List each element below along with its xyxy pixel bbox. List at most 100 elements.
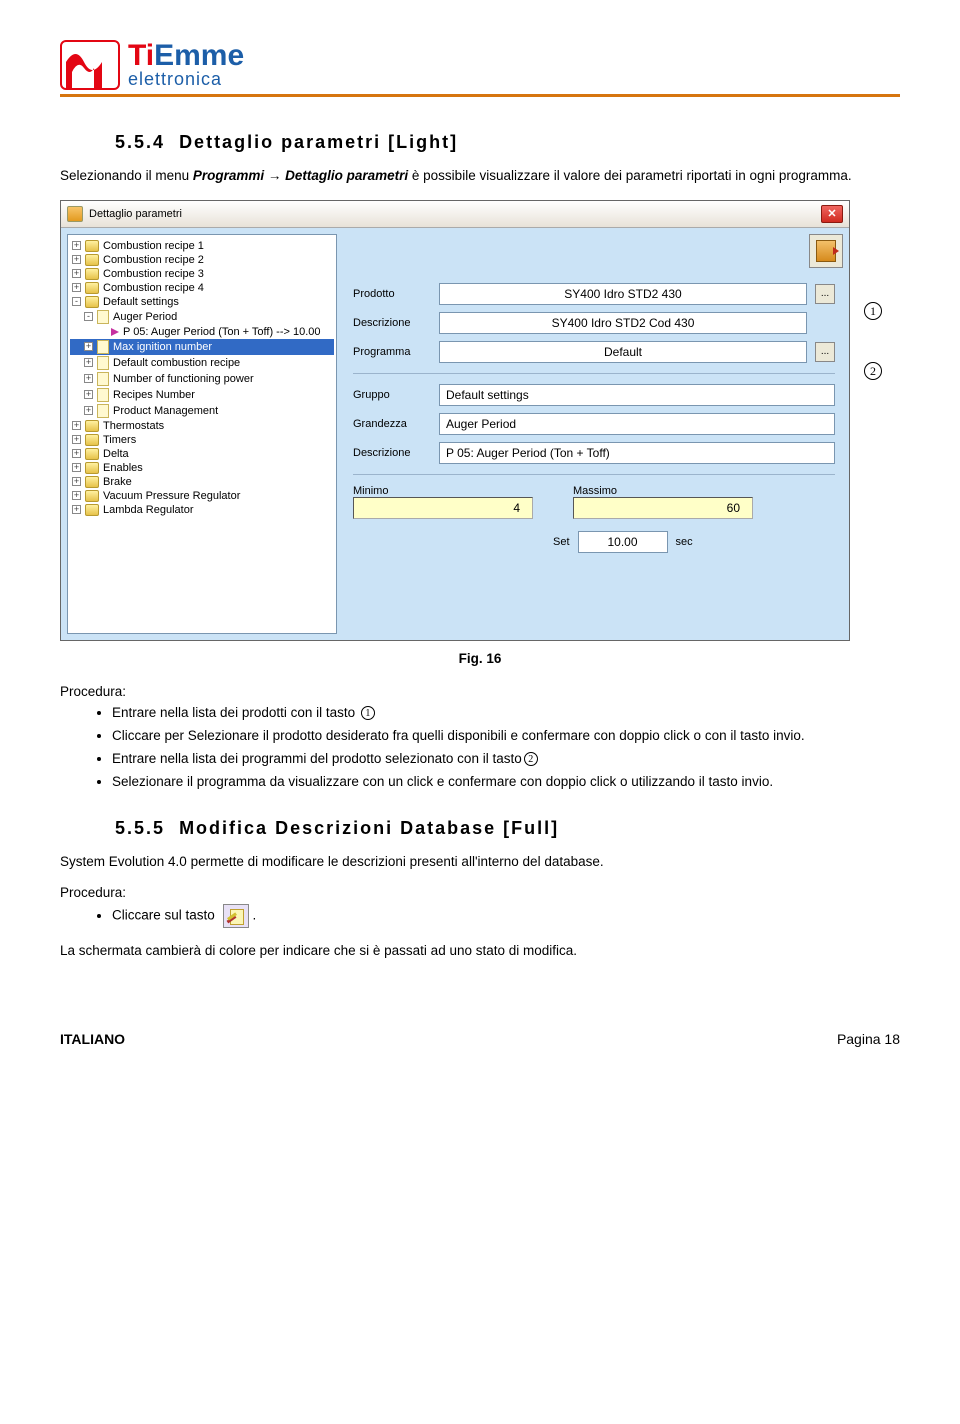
expand-icon[interactable]: + [72, 491, 81, 500]
procedure-item-2: Cliccare per Selezionare il prodotto des… [112, 726, 900, 747]
tree-item[interactable]: + Combustion recipe 2 [70, 253, 334, 267]
expand-icon[interactable]: + [84, 374, 93, 383]
expand-icon[interactable]: + [84, 390, 93, 399]
tree-item[interactable]: + Combustion recipe 3 [70, 267, 334, 281]
tree-item[interactable]: + Brake [70, 475, 334, 489]
tree-item-label: Thermostats [103, 420, 164, 432]
label-grandezza: Grandezza [353, 418, 431, 430]
label-programma: Programma [353, 346, 431, 358]
field-descrizione: SY400 Idro STD2 Cod 430 [439, 312, 807, 334]
folder-icon [85, 434, 99, 446]
tree-item-label: Delta [103, 448, 129, 460]
expand-icon[interactable]: + [72, 269, 81, 278]
expand-icon[interactable]: + [72, 283, 81, 292]
folder-icon [85, 448, 99, 460]
tree-item[interactable]: + Delta [70, 447, 334, 461]
section-intro: Selezionando il menu Programmi → Dettagl… [60, 167, 900, 186]
tree-item-label: Vacuum Pressure Regulator [103, 490, 240, 502]
tree-item[interactable]: + Thermostats [70, 419, 334, 433]
exit-button[interactable] [809, 234, 843, 268]
tree-item-label: Max ignition number [113, 341, 212, 353]
folder-icon [85, 282, 99, 294]
label-massimo: Massimo [573, 485, 753, 497]
field-gruppo: Default settings [439, 384, 835, 406]
tree-item[interactable]: - Auger Period [70, 309, 334, 325]
expand-icon[interactable]: + [84, 406, 93, 415]
tree-item-label: Lambda Regulator [103, 504, 194, 516]
label-descrizione: Descrizione [353, 317, 431, 329]
circled-1-icon: 1 [361, 706, 375, 720]
field-descrizione2: P 05: Auger Period (Ton + Toff) [439, 442, 835, 464]
tree-item[interactable]: + Combustion recipe 1 [70, 239, 334, 253]
expand-icon[interactable]: - [72, 297, 81, 306]
tree-item-label: Combustion recipe 2 [103, 254, 204, 266]
tree-item[interactable]: + Default combustion recipe [70, 355, 334, 371]
circled-2-icon: 2 [524, 752, 538, 766]
footer-left: ITALIANO [60, 1031, 125, 1047]
tree-item-label: Brake [103, 476, 132, 488]
edit-icon [223, 904, 249, 928]
window-titlebar: Dettaglio parametri ✕ [61, 201, 849, 228]
tree-item[interactable]: -Default settings [70, 295, 334, 309]
expand-icon[interactable]: + [72, 421, 81, 430]
footer-right: Pagina 18 [837, 1031, 900, 1047]
tree-item[interactable]: + Lambda Regulator [70, 503, 334, 517]
folder-icon [85, 296, 99, 308]
expand-icon[interactable]: + [84, 358, 93, 367]
label-set-unit: sec [676, 536, 693, 548]
tree-item-label: Combustion recipe 4 [103, 282, 204, 294]
expand-icon[interactable]: + [72, 255, 81, 264]
screenshot-window: Dettaglio parametri ✕ + Combustion recipe… [60, 200, 850, 641]
tree-view[interactable]: + Combustion recipe 1 + Combustion recipe 2… [67, 234, 337, 634]
exit-icon [816, 240, 836, 262]
expand-icon[interactable]: + [72, 463, 81, 472]
header-rule [60, 94, 900, 97]
tree-item[interactable]: + Vacuum Pressure Regulator [70, 489, 334, 503]
field-set: 10.00 [578, 531, 668, 553]
expand-icon[interactable]: - [84, 312, 93, 321]
tree-item[interactable]: + Combustion recipe 4 [70, 281, 334, 295]
label-set: Set [553, 536, 570, 548]
browse-prodotto-button[interactable]: ... [815, 284, 835, 304]
browse-programma-button[interactable]: ... [815, 342, 835, 362]
tree-item[interactable]: P 05: Auger Period (Ton + Toff) --> 10.0… [70, 325, 334, 339]
label-descrizione2: Descrizione [353, 447, 431, 459]
tree-item[interactable]: + Number of functioning power [70, 371, 334, 387]
folder-icon [85, 462, 99, 474]
section2-proc-head: Procedura: [60, 885, 900, 900]
tree-item-label: Combustion recipe 1 [103, 240, 204, 252]
tree-item[interactable]: + Max ignition number [70, 339, 334, 355]
field-massimo: 60 [573, 497, 753, 519]
tree-item[interactable]: + Recipes Number [70, 387, 334, 403]
tree-item-label: Recipes Number [113, 389, 195, 401]
note-icon [97, 340, 109, 354]
procedure-item-1: Entrare nella lista dei prodotti con il … [112, 703, 900, 724]
expand-icon[interactable]: + [72, 241, 81, 250]
expand-icon[interactable]: + [84, 342, 93, 351]
folder-icon [85, 476, 99, 488]
label-minimo: Minimo [353, 485, 533, 497]
field-minimo: 4 [353, 497, 533, 519]
tree-item-label: Combustion recipe 3 [103, 268, 204, 280]
expand-icon[interactable]: + [72, 449, 81, 458]
tree-item[interactable]: +Enables [70, 461, 334, 475]
field-programma: Default [439, 341, 807, 363]
close-icon[interactable]: ✕ [821, 205, 843, 223]
tree-item-label: Auger Period [113, 311, 177, 323]
procedure-item-4: Selezionare il programma da visualizzare… [112, 772, 900, 793]
note-icon [97, 404, 109, 418]
procedure-list: Entrare nella lista dei prodotti con il … [112, 703, 900, 793]
tree-item-label: Default combustion recipe [113, 357, 240, 369]
expand-icon[interactable]: + [72, 435, 81, 444]
section2-line1: System Evolution 4.0 permette di modific… [60, 853, 900, 872]
expand-icon[interactable]: + [72, 477, 81, 486]
page-footer: ITALIANO Pagina 18 [60, 1031, 900, 1047]
section2-proc-item: Cliccare sul tasto . [112, 904, 900, 928]
tree-item-label: Number of functioning power [113, 373, 254, 385]
procedure-item-3: Entrare nella lista dei programmi del pr… [112, 749, 900, 770]
tree-item[interactable]: +Product Management [70, 403, 334, 419]
tree-item[interactable]: +Timers [70, 433, 334, 447]
expand-icon[interactable]: + [72, 505, 81, 514]
procedure-heading: Procedura: [60, 684, 900, 699]
note-icon [97, 372, 109, 386]
